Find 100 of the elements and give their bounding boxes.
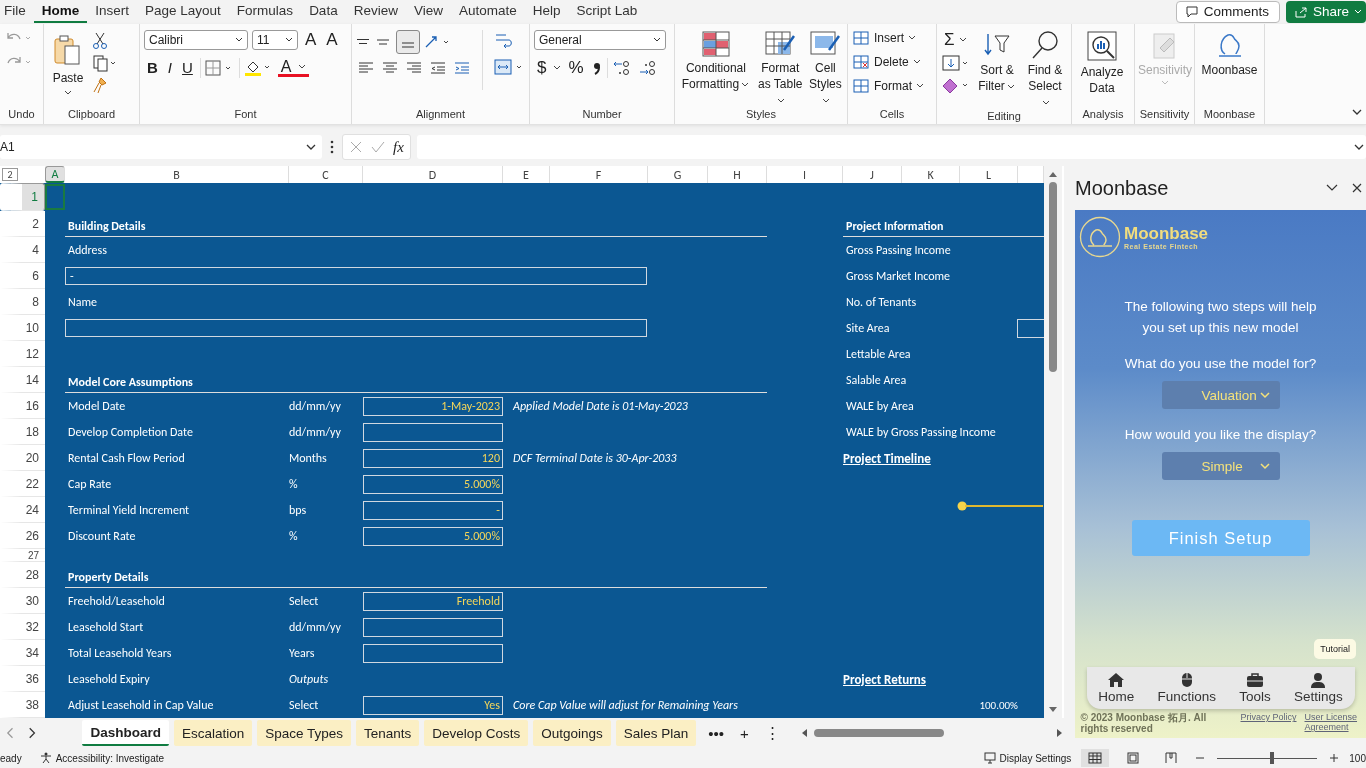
column-header[interactable]: G [673,167,682,182]
input-field[interactable]: 5.000% [363,474,503,494]
sort-filter-button[interactable]: Sort & Filter [975,29,1019,94]
ribbon-tab[interactable]: Insert [87,0,138,23]
sheet-tab[interactable]: Develop Costs [424,720,529,747]
underline-button[interactable]: U [179,59,196,77]
autosum-button[interactable]: Σ [941,29,971,50]
sheet-tab[interactable]: Sales Plan [615,720,697,747]
column-header[interactable]: D [428,167,437,182]
ribbon-tab[interactable]: Formulas [228,0,302,23]
footer-link[interactable]: User License Agreement [1304,712,1361,733]
ribbon-tab[interactable]: Help [524,0,569,23]
ribbon-tab[interactable]: Review [345,0,406,23]
column-header[interactable]: C [322,167,329,182]
more-sheets-button[interactable]: ••• [704,724,728,742]
input-field[interactable] [363,617,503,637]
zoom-in-icon[interactable] [1329,753,1340,764]
format-cells-button[interactable]: Format [852,77,925,94]
row-header[interactable]: 6 [32,268,39,283]
nav-item[interactable]: Settings [1294,672,1343,705]
row-header[interactable]: 16 [25,398,39,413]
analyze-data-button[interactable]: Analyze Data [1076,29,1128,96]
moonbase-button[interactable]: Moonbase [1199,29,1260,78]
cut-button[interactable] [92,31,108,50]
ribbon-tab[interactable]: Home [33,0,88,23]
row-header[interactable]: 22 [25,476,39,491]
nav-item[interactable]: Functions [1157,672,1216,705]
input-field[interactable] [65,319,647,338]
conditional-formatting-button[interactable]: Conditional Formatting [679,29,753,92]
cell-styles-button[interactable]: Cell Styles [807,29,843,108]
input-field[interactable] [363,422,503,442]
formula-input[interactable] [416,135,1366,160]
ribbon-tab[interactable]: File [0,0,34,23]
sheet-options-button[interactable]: ⋮ [760,724,784,743]
sheet-tab[interactable]: Space Types [257,720,352,747]
column-header[interactable]: B [173,167,180,182]
copy-button[interactable] [92,53,118,72]
input-field[interactable]: - [363,500,503,520]
input-field[interactable]: Yes [363,695,503,715]
format-as-table-button[interactable]: Format as Table [756,29,804,108]
row-header[interactable]: 34 [25,645,39,660]
selected-cell[interactable] [45,184,65,211]
footer-link[interactable]: Privacy Policy [1240,712,1297,723]
percent-button[interactable]: % [565,57,587,78]
column-header[interactable]: E [523,167,529,182]
comments-button[interactable]: Comments [1175,0,1280,23]
sheet-tab[interactable]: Tenants [356,720,420,747]
ribbon-tab[interactable]: Page Layout [137,0,229,23]
column-header[interactable]: L [985,167,991,182]
more-options-icon[interactable] [328,139,336,156]
row-header[interactable]: 32 [25,619,39,634]
row-header[interactable]: 12 [25,346,39,361]
scroll-thumb[interactable] [1049,182,1057,373]
tutorial-button[interactable]: Tutorial [1314,639,1356,660]
italic-button[interactable]: I [164,59,175,77]
row-header[interactable]: 4 [32,242,39,257]
ribbon-tab[interactable]: Automate [450,0,525,23]
sheet-tab[interactable]: Dashboard [82,720,169,747]
column-header[interactable]: J [870,167,874,182]
pane-options-icon[interactable] [1326,184,1338,193]
row-header[interactable]: 38 [25,697,39,712]
row-header[interactable]: 26 [25,528,39,543]
row-header[interactable]: 28 [25,567,39,582]
currency-button[interactable]: $ [534,57,550,78]
font-color-button[interactable]: A [277,58,309,77]
row-header[interactable]: 8 [32,294,39,309]
zoom-thumb[interactable] [1270,752,1275,765]
number-format-field[interactable]: General [534,29,666,50]
input-field[interactable]: - [65,267,647,286]
scroll-up-icon[interactable] [1048,170,1058,179]
insert-function-button[interactable]: fx [393,138,404,156]
row-header[interactable]: 18 [25,424,39,439]
align-bottom-icon[interactable] [396,29,420,54]
column-header[interactable]: I [803,167,806,182]
format-painter-button[interactable] [92,75,108,94]
display-settings-button[interactable]: Display Settings [983,752,1072,765]
collapse-ribbon-icon[interactable] [1352,107,1362,116]
nav-item[interactable]: Tools [1239,672,1271,705]
bold-button[interactable]: B [144,59,161,77]
row-header[interactable]: 30 [25,593,39,608]
column-header[interactable]: H [733,167,741,182]
font-family-field[interactable]: Calibri [144,29,248,50]
normal-view-button[interactable] [1081,749,1110,768]
row-header[interactable]: 2 [32,216,39,231]
input-field[interactable]: Freehold [363,591,503,611]
row-header[interactable]: 36 [25,671,39,686]
zoom-level[interactable]: 100 [1349,752,1366,764]
sheet-tab[interactable]: Outgoings [533,720,611,747]
row-header[interactable]: 24 [25,502,39,517]
grow-font-button[interactable]: A [302,29,320,50]
ribbon-tab[interactable]: Script Lab [568,0,646,23]
name-box[interactable]: A1 [0,135,322,160]
accessibility-button[interactable]: Accessibility: Investigate [39,752,165,765]
find-select-button[interactable]: Find & Select [1023,29,1067,110]
paste-button[interactable]: Paste [48,29,88,96]
nav-item[interactable]: Home [1098,672,1135,705]
scroll-thumb[interactable] [813,729,944,738]
input-field[interactable]: 5.000% [363,526,503,546]
font-size-field[interactable]: 11 [252,29,298,50]
outline-level-button[interactable]: 2 [2,168,18,182]
